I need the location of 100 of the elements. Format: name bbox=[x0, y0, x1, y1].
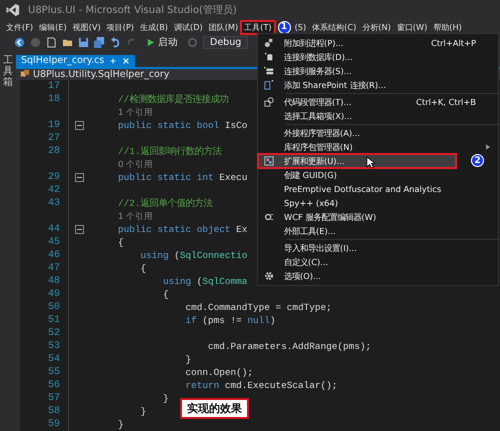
refresh-icon[interactable] bbox=[187, 37, 198, 48]
code-line: { bbox=[118, 237, 124, 248]
collapse-icon[interactable] bbox=[75, 173, 84, 182]
line-number: 43 bbox=[48, 198, 60, 209]
menu-item[interactable]: 帮助(H) bbox=[430, 20, 465, 34]
pin-icon[interactable] bbox=[109, 56, 118, 65]
code-line: //1.返回影响行数的方法 bbox=[118, 145, 222, 158]
folder-icon[interactable] bbox=[62, 37, 73, 48]
menu-option[interactable]: 连接到数据库(D)... bbox=[258, 50, 498, 64]
menu-option[interactable]: 外部工具(E)... bbox=[258, 224, 498, 238]
menu-item[interactable]: 分析(N) bbox=[359, 20, 394, 34]
code-line: //2.返回单个值的方法 bbox=[118, 197, 213, 210]
menu-item[interactable]: 视图(V) bbox=[70, 20, 104, 34]
settings-icon bbox=[264, 271, 274, 281]
start-button[interactable]: 启动 bbox=[142, 36, 182, 49]
menu-option[interactable]: 附加到进程(P)... Ctrl+Alt+P bbox=[258, 36, 498, 50]
line-number: 18 bbox=[48, 94, 60, 105]
menu-option[interactable]: 创建 GUID(G) bbox=[258, 168, 498, 182]
code-line: cmd.Parameters.AddRange(pms); bbox=[207, 341, 372, 352]
save-all-icon[interactable] bbox=[94, 37, 105, 48]
menu-option[interactable]: 外接程序管理器(A)... bbox=[258, 126, 498, 140]
line-number: 45 bbox=[48, 237, 60, 248]
menu-option[interactable]: 选项(O)... bbox=[258, 269, 498, 283]
snippet-icon bbox=[264, 97, 274, 107]
menu-option[interactable]: PreEmptive Dotfuscator and Analytics bbox=[258, 182, 498, 196]
menu-option[interactable]: 选择工具箱项(X)... bbox=[258, 109, 498, 123]
line-number: 47 bbox=[48, 263, 60, 274]
line-number: 46 bbox=[48, 250, 60, 261]
reference-count: 0 个引用 bbox=[118, 158, 154, 170]
mouse-cursor-icon bbox=[366, 156, 375, 169]
code-line: { bbox=[140, 263, 146, 274]
line-number: 57 bbox=[48, 393, 60, 404]
menu-item[interactable]: 窗口(W) bbox=[394, 20, 430, 34]
class-icon bbox=[20, 69, 30, 80]
undo-icon[interactable] bbox=[110, 37, 121, 48]
code-line: { bbox=[162, 289, 169, 300]
line-number: 54 bbox=[48, 354, 60, 365]
code-line: using (SqlConnectio bbox=[140, 250, 248, 261]
line-number: 53 bbox=[48, 341, 60, 352]
collapse-icon[interactable] bbox=[75, 121, 84, 130]
line-number: 17 bbox=[48, 81, 60, 92]
code-line: public static int Execu bbox=[118, 172, 248, 183]
wcf-icon bbox=[264, 212, 274, 222]
code-line: } bbox=[140, 406, 146, 417]
menu-item[interactable]: 文件(F) bbox=[3, 20, 36, 34]
menu-option[interactable]: 代码段管理器(T)... Ctrl+K, Ctrl+B bbox=[258, 95, 498, 109]
menu-item[interactable]: 团队(M) bbox=[206, 20, 242, 34]
toolbox-tab[interactable]: 工具箱 bbox=[3, 55, 13, 431]
line-number: 48 bbox=[48, 276, 60, 287]
line-number: 51 bbox=[48, 315, 60, 326]
document-tab[interactable]: SqlHelper_cory.cs bbox=[16, 55, 136, 67]
menu-option[interactable]: Spy++ (x64) bbox=[258, 196, 498, 210]
line-number: 27 bbox=[48, 133, 60, 144]
configuration-dropdown[interactable]: Debug bbox=[203, 36, 248, 49]
collapse-icon[interactable] bbox=[75, 225, 84, 234]
visual-studio-logo-icon bbox=[6, 3, 20, 17]
code-line: conn.Open(); bbox=[184, 367, 254, 378]
back-icon[interactable] bbox=[14, 37, 25, 48]
line-number: 29 bbox=[48, 172, 60, 183]
menu-item[interactable]: 工具(T) bbox=[241, 20, 275, 34]
database-icon bbox=[264, 52, 274, 62]
menu-option[interactable]: 自定义(C)... bbox=[258, 255, 498, 269]
line-number: 19 bbox=[48, 120, 60, 131]
callout: 实现的效果 bbox=[180, 398, 249, 419]
line-number: 49 bbox=[48, 289, 60, 300]
menu-item[interactable]: 体系结构(C) bbox=[309, 20, 360, 34]
line-number: 52 bbox=[48, 328, 60, 339]
line-number: 50 bbox=[48, 302, 60, 313]
menu-option[interactable]: WCF 服务配置编辑器(W) bbox=[258, 210, 498, 224]
play-icon bbox=[146, 38, 155, 47]
close-icon[interactable] bbox=[122, 56, 130, 65]
code-line: //检测数据库是否连接成功 bbox=[118, 93, 228, 106]
menu-item[interactable]: 调试(D) bbox=[171, 20, 206, 34]
menu-option[interactable]: 连接到服务器(S)... bbox=[258, 64, 498, 78]
save-icon[interactable] bbox=[78, 37, 89, 48]
menu-option[interactable]: 导入和导出设置(I)... bbox=[258, 241, 498, 255]
menu-item[interactable]: 项目(P) bbox=[104, 20, 137, 34]
line-number: 58 bbox=[48, 406, 60, 417]
menu-item[interactable]: (S) bbox=[292, 21, 310, 33]
server-icon bbox=[264, 66, 274, 76]
step-marker: 1 bbox=[278, 20, 291, 34]
code-line: cmd.CommandType = cmdType; bbox=[184, 302, 332, 313]
code-line: } bbox=[118, 419, 124, 430]
code-line: using (SqlComma bbox=[162, 276, 248, 287]
line-number: 44 bbox=[48, 224, 60, 235]
line-number: 55 bbox=[48, 367, 60, 378]
line-number: 28 bbox=[48, 146, 60, 157]
window-title: U8Plus.UI - Microsoft Visual Studio(管理员) bbox=[28, 4, 237, 17]
extensions-icon bbox=[264, 156, 274, 166]
line-number: 56 bbox=[48, 380, 60, 391]
menu-option[interactable]: 添加 SharePoint 连接(R)... bbox=[258, 78, 498, 92]
code-line: } bbox=[184, 354, 192, 365]
code-line: } bbox=[162, 393, 169, 404]
menu-item[interactable]: 编辑(E) bbox=[36, 20, 70, 34]
reference-count: 1 个引用 bbox=[118, 210, 154, 222]
menu-option[interactable]: 库程序包管理器(N) bbox=[258, 140, 498, 154]
plug-icon bbox=[264, 38, 274, 48]
menu-item[interactable]: 生成(B) bbox=[137, 20, 172, 34]
new-file-icon[interactable] bbox=[46, 37, 57, 48]
line-number: 59 bbox=[48, 419, 60, 430]
